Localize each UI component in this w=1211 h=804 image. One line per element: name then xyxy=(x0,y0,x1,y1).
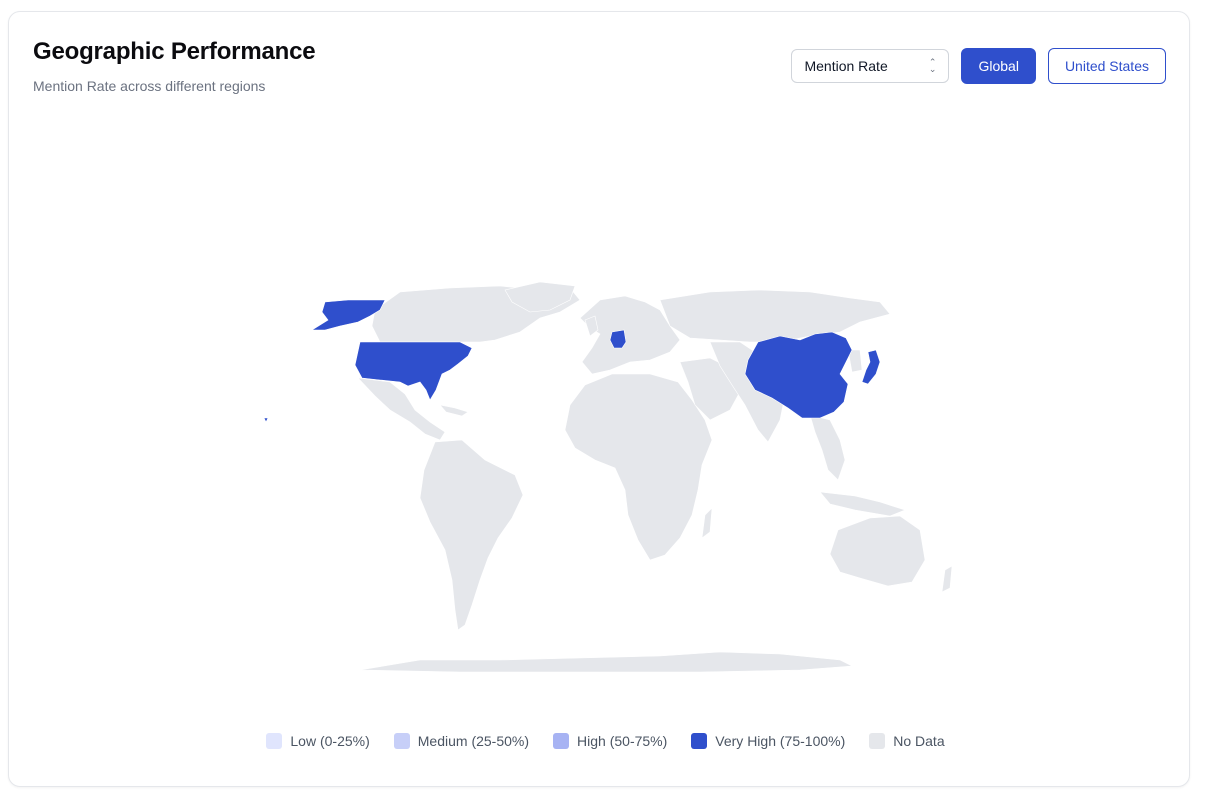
region-japan[interactable] xyxy=(861,349,881,385)
map-legend: Low (0-25%) Medium (25-50%) High (50-75%… xyxy=(0,733,1211,749)
region-caribbean[interactable] xyxy=(439,404,469,417)
region-madagascar[interactable] xyxy=(701,507,713,539)
page-title: Geographic Performance xyxy=(33,38,316,65)
map-controls: Mention Rate ⌃ ⌄ Global United States xyxy=(791,48,1166,84)
legend-item-no-data: No Data xyxy=(869,733,945,749)
page-subtitle: Mention Rate across different regions xyxy=(33,78,266,94)
region-indonesia[interactable] xyxy=(819,491,906,517)
global-button[interactable]: Global xyxy=(961,48,1036,84)
legend-item-medium: Medium (25-50%) xyxy=(393,733,530,749)
united-states-button[interactable]: United States xyxy=(1047,48,1166,84)
region-germany[interactable] xyxy=(609,329,627,349)
region-hawaii[interactable] xyxy=(263,417,269,423)
region-australia[interactable] xyxy=(829,515,926,587)
legend-label: Low (0-25%) xyxy=(290,733,370,749)
legend-swatch xyxy=(266,733,283,749)
region-africa[interactable] xyxy=(564,373,713,561)
legend-label: Very High (75-100%) xyxy=(715,733,846,749)
metric-select-value: Mention Rate xyxy=(804,58,888,74)
legend-item-low: Low (0-25%) xyxy=(266,733,370,749)
region-antarctica[interactable] xyxy=(359,651,854,673)
region-russia[interactable] xyxy=(659,289,891,343)
legend-item-high: High (50-75%) xyxy=(553,733,667,749)
legend-swatch xyxy=(393,733,410,749)
legend-swatch xyxy=(869,733,886,749)
no-data-regions xyxy=(357,281,953,673)
region-southeast-asia[interactable] xyxy=(809,414,846,481)
region-new-zealand[interactable] xyxy=(941,565,953,593)
legend-swatch xyxy=(553,733,570,749)
legend-item-very-high: Very High (75-100%) xyxy=(691,733,845,749)
legend-label: Medium (25-50%) xyxy=(417,733,530,749)
legend-label: High (50-75%) xyxy=(577,733,668,749)
legend-label: No Data xyxy=(893,733,945,749)
metric-select[interactable]: Mention Rate ⌃ ⌄ xyxy=(791,49,950,83)
world-map xyxy=(263,281,953,673)
region-south-america[interactable] xyxy=(419,439,524,631)
legend-swatch xyxy=(691,733,708,749)
chevron-up-down-icon: ⌃ ⌄ xyxy=(928,57,937,74)
